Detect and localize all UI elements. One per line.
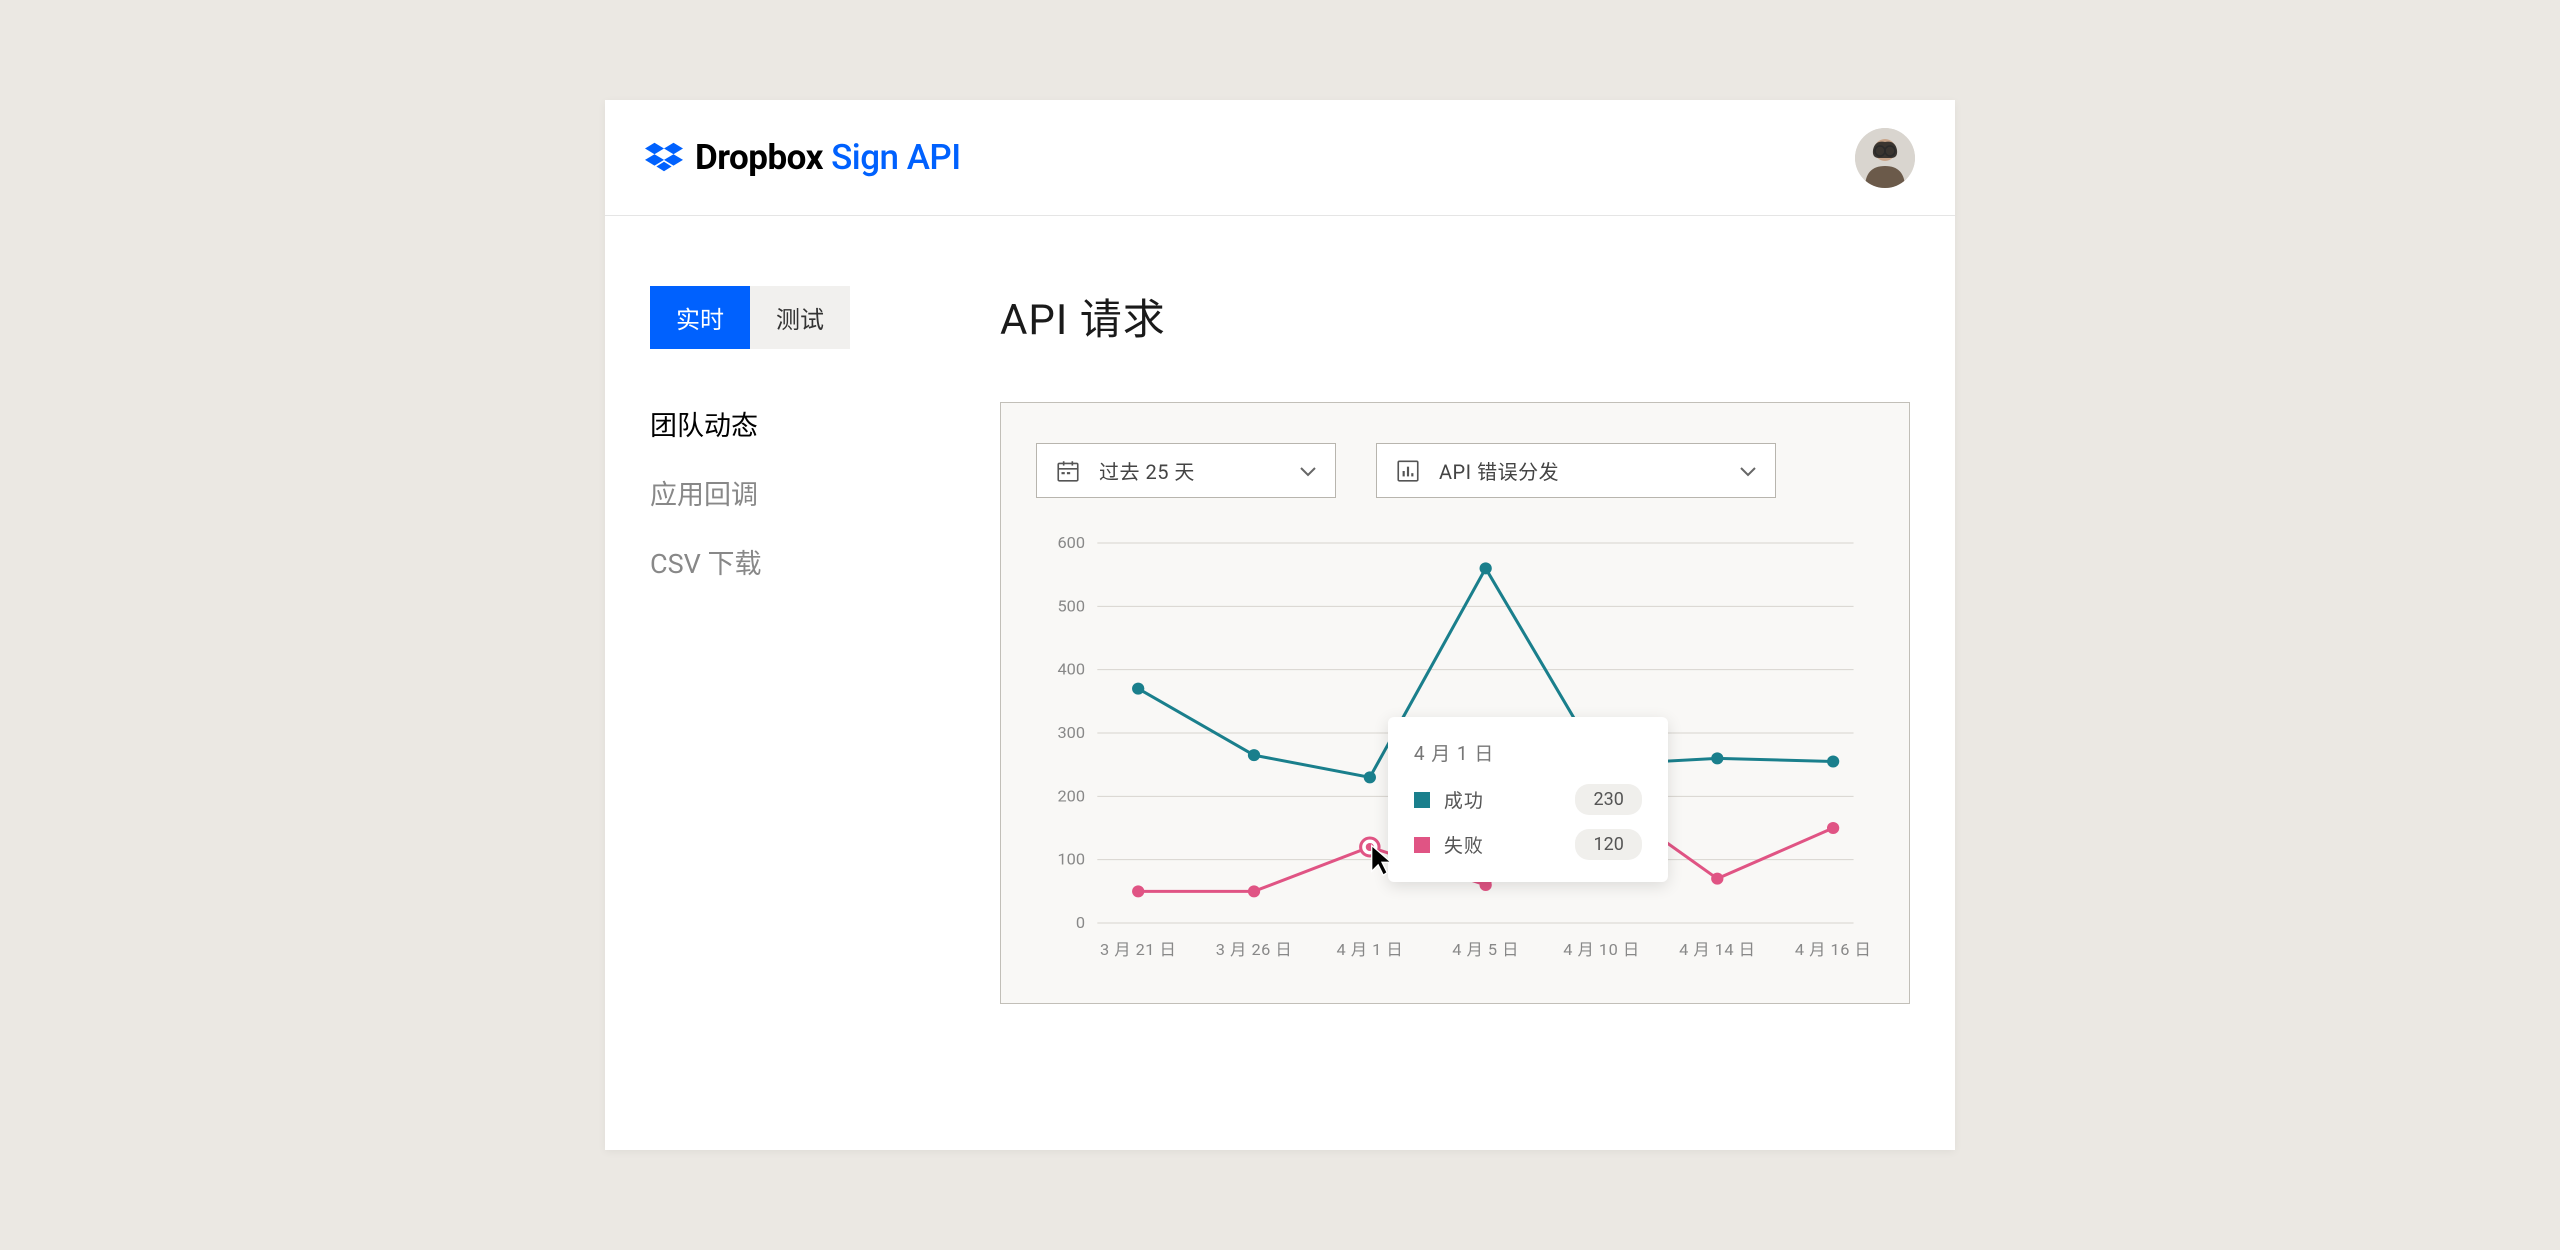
main: API 请求 过去 25 天 xyxy=(1000,286,1910,1110)
brand-part-1: Dropbox xyxy=(695,137,823,178)
svg-text:4 月 16 日: 4 月 16 日 xyxy=(1795,940,1871,959)
swatch-fail-icon xyxy=(1414,837,1430,853)
dropdown-row: 过去 25 天 API 错误分发 xyxy=(1036,443,1874,498)
chevron-down-icon xyxy=(1739,465,1757,477)
brand-text: Dropbox Sign API xyxy=(695,137,961,178)
tooltip-success-value: 230 xyxy=(1575,784,1641,815)
nav-app-callbacks[interactable]: 应用回调 xyxy=(650,473,930,512)
nav-list: 团队动态 应用回调 CSV 下载 xyxy=(650,404,930,581)
tooltip-fail-value: 120 xyxy=(1575,829,1641,860)
tooltip-row-fail: 失败 120 xyxy=(1414,829,1642,860)
tooltip-success-label: 成功 xyxy=(1444,786,1562,813)
brand: Dropbox Sign API xyxy=(645,137,961,178)
body: 实时 测试 团队动态 应用回调 CSV 下载 API 请求 xyxy=(605,216,1955,1150)
metric-label: API 错误分发 xyxy=(1439,456,1721,485)
nav-csv-download[interactable]: CSV 下载 xyxy=(650,542,930,581)
tab-live[interactable]: 实时 xyxy=(650,286,750,349)
bar-chart-icon xyxy=(1395,458,1421,484)
svg-text:0: 0 xyxy=(1076,913,1085,932)
svg-text:400: 400 xyxy=(1058,660,1086,679)
svg-text:4 月 5 日: 4 月 5 日 xyxy=(1452,940,1519,959)
tooltip-title: 4 月 1 日 xyxy=(1414,739,1642,766)
date-range-label: 过去 25 天 xyxy=(1099,456,1281,485)
brand-part-3: API xyxy=(907,137,961,178)
tab-test[interactable]: 测试 xyxy=(750,286,850,349)
avatar-image-icon xyxy=(1855,128,1915,188)
svg-text:600: 600 xyxy=(1058,533,1086,552)
chart-area[interactable]: 0 100 200 300 400 500 600 3 月 21 日 3 月 26 日 4 月 1… xyxy=(1036,533,1874,973)
avatar[interactable] xyxy=(1855,128,1915,188)
tooltip-fail-label: 失败 xyxy=(1444,831,1562,858)
mode-tabs: 实时 测试 xyxy=(650,286,930,349)
metric-dropdown[interactable]: API 错误分发 xyxy=(1376,443,1776,498)
chevron-down-icon xyxy=(1299,465,1317,477)
svg-text:500: 500 xyxy=(1058,596,1086,615)
nav-team-activity[interactable]: 团队动态 xyxy=(650,404,930,443)
chart-tooltip: 4 月 1 日 成功 230 失败 120 xyxy=(1388,717,1668,882)
svg-text:3 月 21 日: 3 月 21 日 xyxy=(1100,940,1176,959)
svg-text:100: 100 xyxy=(1058,850,1086,869)
svg-text:4 月 10 日: 4 月 10 日 xyxy=(1563,940,1639,959)
chart-panel: 过去 25 天 API 错误分发 xyxy=(1000,402,1910,1004)
page-title: API 请求 xyxy=(1000,286,1910,347)
svg-text:3 月 26 日: 3 月 26 日 xyxy=(1216,940,1292,959)
calendar-icon xyxy=(1055,458,1081,484)
svg-text:300: 300 xyxy=(1058,723,1086,742)
brand-part-2: Sign xyxy=(831,137,898,178)
svg-text:200: 200 xyxy=(1058,786,1086,805)
dashboard-window: Dropbox Sign API 实时 测试 团队动态 xyxy=(605,100,1955,1150)
sidebar: 实时 测试 团队动态 应用回调 CSV 下载 xyxy=(650,286,930,1110)
tooltip-row-success: 成功 230 xyxy=(1414,784,1642,815)
swatch-success-icon xyxy=(1414,792,1430,808)
date-range-dropdown[interactable]: 过去 25 天 xyxy=(1036,443,1336,498)
svg-text:4 月 1 日: 4 月 1 日 xyxy=(1336,940,1403,959)
header: Dropbox Sign API xyxy=(605,100,1955,216)
dropbox-logo-icon xyxy=(645,139,683,177)
svg-text:4 月 14 日: 4 月 14 日 xyxy=(1679,940,1755,959)
